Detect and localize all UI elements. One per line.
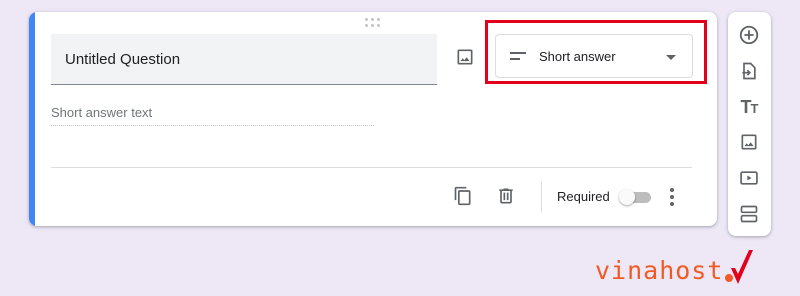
card-footer-divider (51, 167, 692, 168)
add-section-icon (740, 205, 758, 223)
add-video-button[interactable] (737, 166, 761, 190)
import-questions-icon (742, 62, 756, 80)
add-title-icon: TT (740, 97, 759, 117)
question-title-field[interactable]: Untitled Question (51, 34, 437, 85)
image-icon (457, 49, 473, 65)
logo-check-icon (725, 250, 754, 284)
more-vert-icon (670, 188, 674, 192)
footer-separator (541, 182, 542, 212)
delete-button[interactable] (494, 184, 518, 208)
add-section-button[interactable] (737, 202, 761, 226)
delete-icon (499, 188, 513, 204)
duplicate-icon (454, 186, 471, 206)
duplicate-button[interactable] (451, 184, 475, 208)
floating-toolbar: TT (728, 12, 771, 236)
add-question-button[interactable] (737, 23, 761, 47)
drag-handle-icon[interactable] (365, 18, 381, 28)
add-image-toolbar-button[interactable] (737, 130, 761, 154)
required-label: Required (557, 189, 610, 204)
import-questions-button[interactable] (737, 59, 761, 83)
logo-text: vinahost (595, 256, 724, 285)
add-video-icon (740, 171, 758, 185)
type-dropdown-highlight (485, 20, 707, 84)
required-toggle[interactable] (619, 189, 653, 205)
add-image-icon (741, 134, 757, 150)
more-options-button[interactable] (666, 185, 678, 209)
add-question-icon (739, 25, 759, 45)
vinahost-logo: vinahost (595, 246, 755, 286)
question-title[interactable]: Untitled Question (65, 51, 180, 68)
short-answer-placeholder: Short answer text (51, 105, 374, 126)
add-title-button[interactable]: TT (737, 95, 761, 119)
active-card-indicator (29, 12, 35, 226)
add-image-button[interactable] (452, 44, 478, 70)
toggle-thumb (619, 189, 635, 205)
